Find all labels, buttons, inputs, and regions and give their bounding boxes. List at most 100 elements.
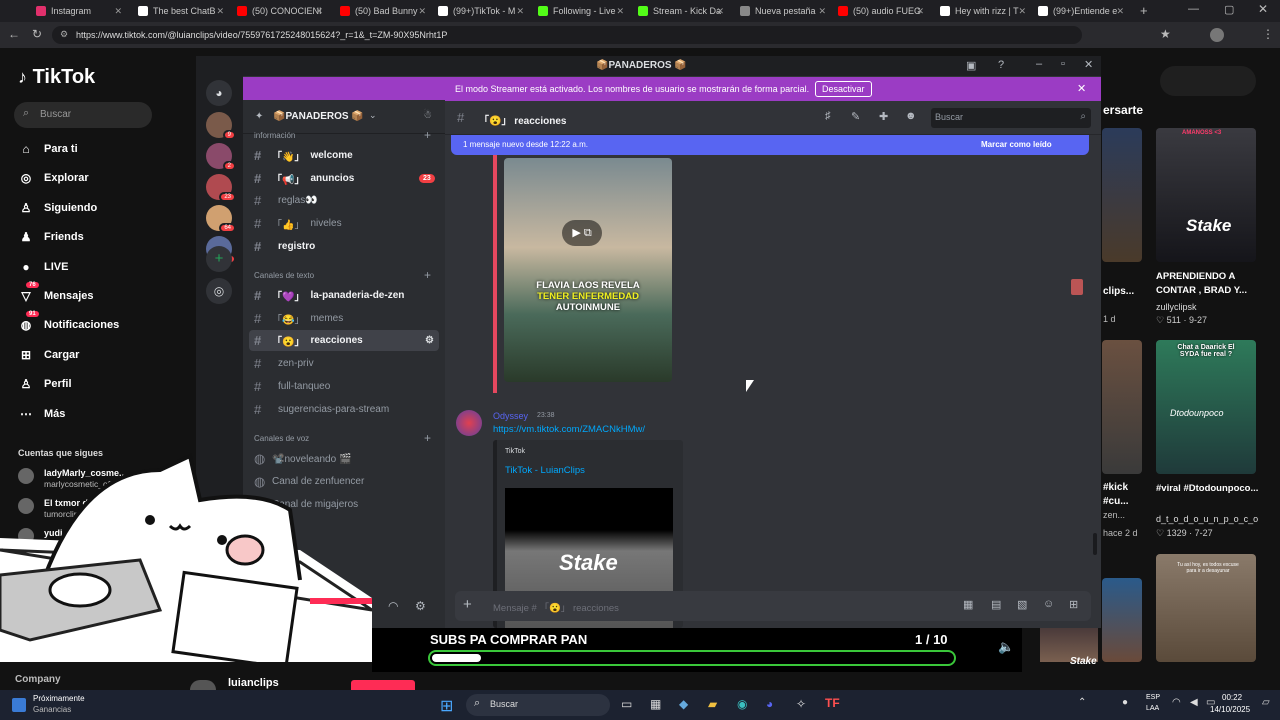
browser-tab[interactable]: (50) audio FUEG ✕ bbox=[832, 2, 928, 20]
app-taskbar-icon[interactable]: TF bbox=[825, 696, 840, 710]
server-icon[interactable]: 64 bbox=[206, 205, 236, 233]
close-tab-icon[interactable]: ✕ bbox=[1018, 6, 1026, 17]
add-channel-icon[interactable]: + bbox=[424, 268, 431, 282]
windows-start-icon[interactable]: ⊞ bbox=[440, 696, 453, 716]
settings-icon[interactable]: ⚙ bbox=[415, 599, 426, 613]
gif-icon[interactable]: ▤ bbox=[991, 598, 1001, 611]
channel-item[interactable]: # 「😂」 memes bbox=[254, 311, 343, 326]
browser-tab[interactable]: Nueva pestaña ✕ bbox=[734, 2, 830, 20]
add-friend-icon[interactable]: ☃ bbox=[423, 110, 432, 121]
maximize-icon[interactable]: ▢ bbox=[1224, 3, 1234, 16]
volume-icon[interactable]: 🔈 bbox=[998, 639, 1014, 655]
add-channel-icon[interactable]: + bbox=[424, 431, 431, 445]
weather-widget-icon[interactable] bbox=[12, 698, 26, 712]
category-voice[interactable]: Canales de voz bbox=[254, 434, 309, 443]
nav-item-para-ti[interactable]: ⌂ Para ti bbox=[18, 141, 77, 157]
nav-item-notificaciones[interactable]: ◍ 91 Notificaciones bbox=[18, 311, 119, 333]
video-card-title[interactable]: #viral #Dtodounpoco... bbox=[1156, 482, 1266, 496]
category-text[interactable]: Canales de texto bbox=[254, 271, 314, 280]
browser-tab[interactable]: Following - Live ✕ bbox=[532, 2, 628, 20]
close-tab-icon[interactable]: ✕ bbox=[1116, 6, 1124, 17]
minimize-icon[interactable]: – bbox=[1036, 58, 1042, 70]
close-window-icon[interactable]: ✕ bbox=[1258, 2, 1268, 16]
volume-icon[interactable]: ◀ bbox=[1190, 697, 1198, 708]
close-tab-icon[interactable]: ✕ bbox=[818, 6, 826, 17]
back-icon[interactable]: ← bbox=[8, 27, 20, 41]
browser-tab[interactable]: (50) Bad Bunny ✕ bbox=[334, 2, 430, 20]
video-card-thumb[interactable]: Chat a Daarick El SYDA fue real ? Dtodou… bbox=[1156, 340, 1256, 474]
follow-button[interactable] bbox=[351, 680, 415, 690]
channel-item[interactable]: # full-tanqueo bbox=[254, 379, 330, 394]
copilot-icon[interactable]: ◆ bbox=[679, 697, 688, 711]
browser-tab[interactable]: (99+)Entiende e ✕ bbox=[1032, 2, 1128, 20]
partial-thumb-3[interactable] bbox=[1102, 578, 1142, 662]
browser-tab[interactable]: Hey with rizz | T ✕ bbox=[934, 2, 1030, 20]
taskbar-search[interactable]: ⌕ Buscar bbox=[466, 694, 610, 716]
nav-item-explorar[interactable]: ◎ Explorar bbox=[18, 170, 89, 186]
video-preview[interactable]: ▶ ⧉ FLAVIA LAOS REVELA TENER ENFERMEDAD … bbox=[504, 158, 672, 382]
server-icon[interactable]: 2 bbox=[206, 143, 236, 171]
nav-item-cargar[interactable]: ⊞ Cargar bbox=[18, 347, 80, 363]
menu-icon[interactable]: ⋮ bbox=[1262, 27, 1274, 41]
close-tab-icon[interactable]: ✕ bbox=[616, 6, 624, 17]
partial-thumb-2[interactable] bbox=[1102, 340, 1142, 474]
sticker-icon[interactable]: ▧ bbox=[1017, 598, 1027, 611]
browser-tab[interactable]: (50) CONOCIENI ✕ bbox=[231, 2, 327, 20]
close-tab-icon[interactable]: ✕ bbox=[216, 6, 224, 17]
profile-avatar-icon[interactable] bbox=[1210, 28, 1224, 42]
reload-icon[interactable]: ↻ bbox=[32, 27, 42, 41]
browser-tab[interactable]: The best ChatB ✕ bbox=[132, 2, 228, 20]
close-tab-icon[interactable]: ✕ bbox=[315, 6, 323, 17]
minimize-icon[interactable]: — bbox=[1188, 3, 1199, 15]
partial-thumb-1[interactable] bbox=[1102, 128, 1142, 262]
chat-search-input[interactable]: Buscar ⌕ bbox=[931, 108, 1091, 128]
store-icon[interactable]: ▦ bbox=[650, 697, 661, 711]
play-button-icon[interactable]: ▶ ⧉ bbox=[562, 220, 602, 246]
new-messages-bar[interactable]: 1 mensaje nuevo desde 12:22 a.m. Marcar … bbox=[451, 135, 1089, 155]
channel-item[interactable]: # 「📢」 anuncios 23 bbox=[254, 171, 435, 186]
server-icon[interactable]: 9 bbox=[206, 112, 236, 140]
browser-tab[interactable]: (99+)TikTok - M ✕ bbox=[432, 2, 528, 20]
video-card-title[interactable]: APRENDIENDO A CONTAR , BRAD Y... bbox=[1156, 270, 1266, 298]
lang-code[interactable]: ESP bbox=[1146, 694, 1160, 701]
edge-icon[interactable]: ◉ bbox=[737, 697, 747, 711]
message-composer[interactable]: + Mensaje # 「😮」 reacciones ▦ ▤ ▧ ☺ ⊞ bbox=[455, 591, 1091, 621]
maximize-icon[interactable]: ▫ bbox=[1061, 58, 1065, 70]
nav-item-mensajes[interactable]: ▽ 76 Mensajes bbox=[18, 282, 94, 304]
video-card-author[interactable]: d_t_o_d_o_u_n_p_o_c_o bbox=[1156, 514, 1258, 524]
nav-item-friends[interactable]: ♟ Friends bbox=[18, 229, 84, 245]
extensions-icon[interactable]: ★ bbox=[1160, 27, 1171, 41]
add-channel-icon[interactable]: + bbox=[424, 128, 431, 142]
task-view-icon[interactable]: ▭ bbox=[621, 697, 632, 711]
inbox-icon[interactable]: ▣ bbox=[966, 59, 976, 72]
discover-icon[interactable]: ◎ bbox=[206, 278, 232, 304]
nav-item-siguiendo[interactable]: ♙ Siguiendo bbox=[18, 200, 98, 216]
pin-icon[interactable]: ✚ bbox=[879, 110, 888, 123]
discord-taskbar-icon[interactable]: ◕ bbox=[766, 697, 773, 711]
scrollbar[interactable] bbox=[1093, 533, 1097, 555]
widget-title[interactable]: Próximamente bbox=[33, 694, 85, 703]
company-link[interactable]: Company bbox=[15, 674, 61, 685]
mic-icon[interactable]: ● bbox=[1122, 697, 1128, 708]
channel-item[interactable]: # reglas👀 bbox=[254, 193, 318, 208]
clock-time[interactable]: 00:22 bbox=[1222, 693, 1242, 702]
close-tab-icon[interactable]: ✕ bbox=[916, 6, 924, 17]
file-explorer-icon[interactable]: ▰ bbox=[708, 697, 717, 711]
close-tab-icon[interactable]: ✕ bbox=[716, 6, 724, 17]
site-info-icon[interactable]: ⚙ bbox=[60, 29, 68, 40]
message-link[interactable]: https://vm.tiktok.com/ZMACNkHMw/ bbox=[493, 424, 645, 435]
mute-icon[interactable]: ✎ bbox=[851, 110, 860, 123]
add-server-icon[interactable]: + bbox=[206, 246, 232, 272]
tiktok-logo[interactable]: ♪ TikTok bbox=[18, 66, 95, 89]
headphones-icon[interactable]: ◠ bbox=[388, 599, 398, 613]
close-tab-icon[interactable]: ✕ bbox=[418, 6, 426, 17]
close-tab-icon[interactable]: ✕ bbox=[114, 6, 122, 17]
nav-item-más[interactable]: ⋯ Más bbox=[18, 406, 65, 422]
nav-item-live[interactable]: ● LIVE bbox=[18, 259, 68, 275]
channel-item[interactable]: # 「💜」 la-panaderia-de-zen bbox=[254, 288, 404, 303]
browser-tab[interactable]: Stream - Kick Da ✕ bbox=[632, 2, 728, 20]
message-avatar[interactable] bbox=[456, 410, 482, 436]
video-card-thumb[interactable]: AMANOSS <3 Stake bbox=[1156, 128, 1256, 262]
server-icon[interactable]: 23 bbox=[206, 174, 236, 202]
channel-item[interactable]: # 「👍」 niveles bbox=[254, 216, 342, 231]
